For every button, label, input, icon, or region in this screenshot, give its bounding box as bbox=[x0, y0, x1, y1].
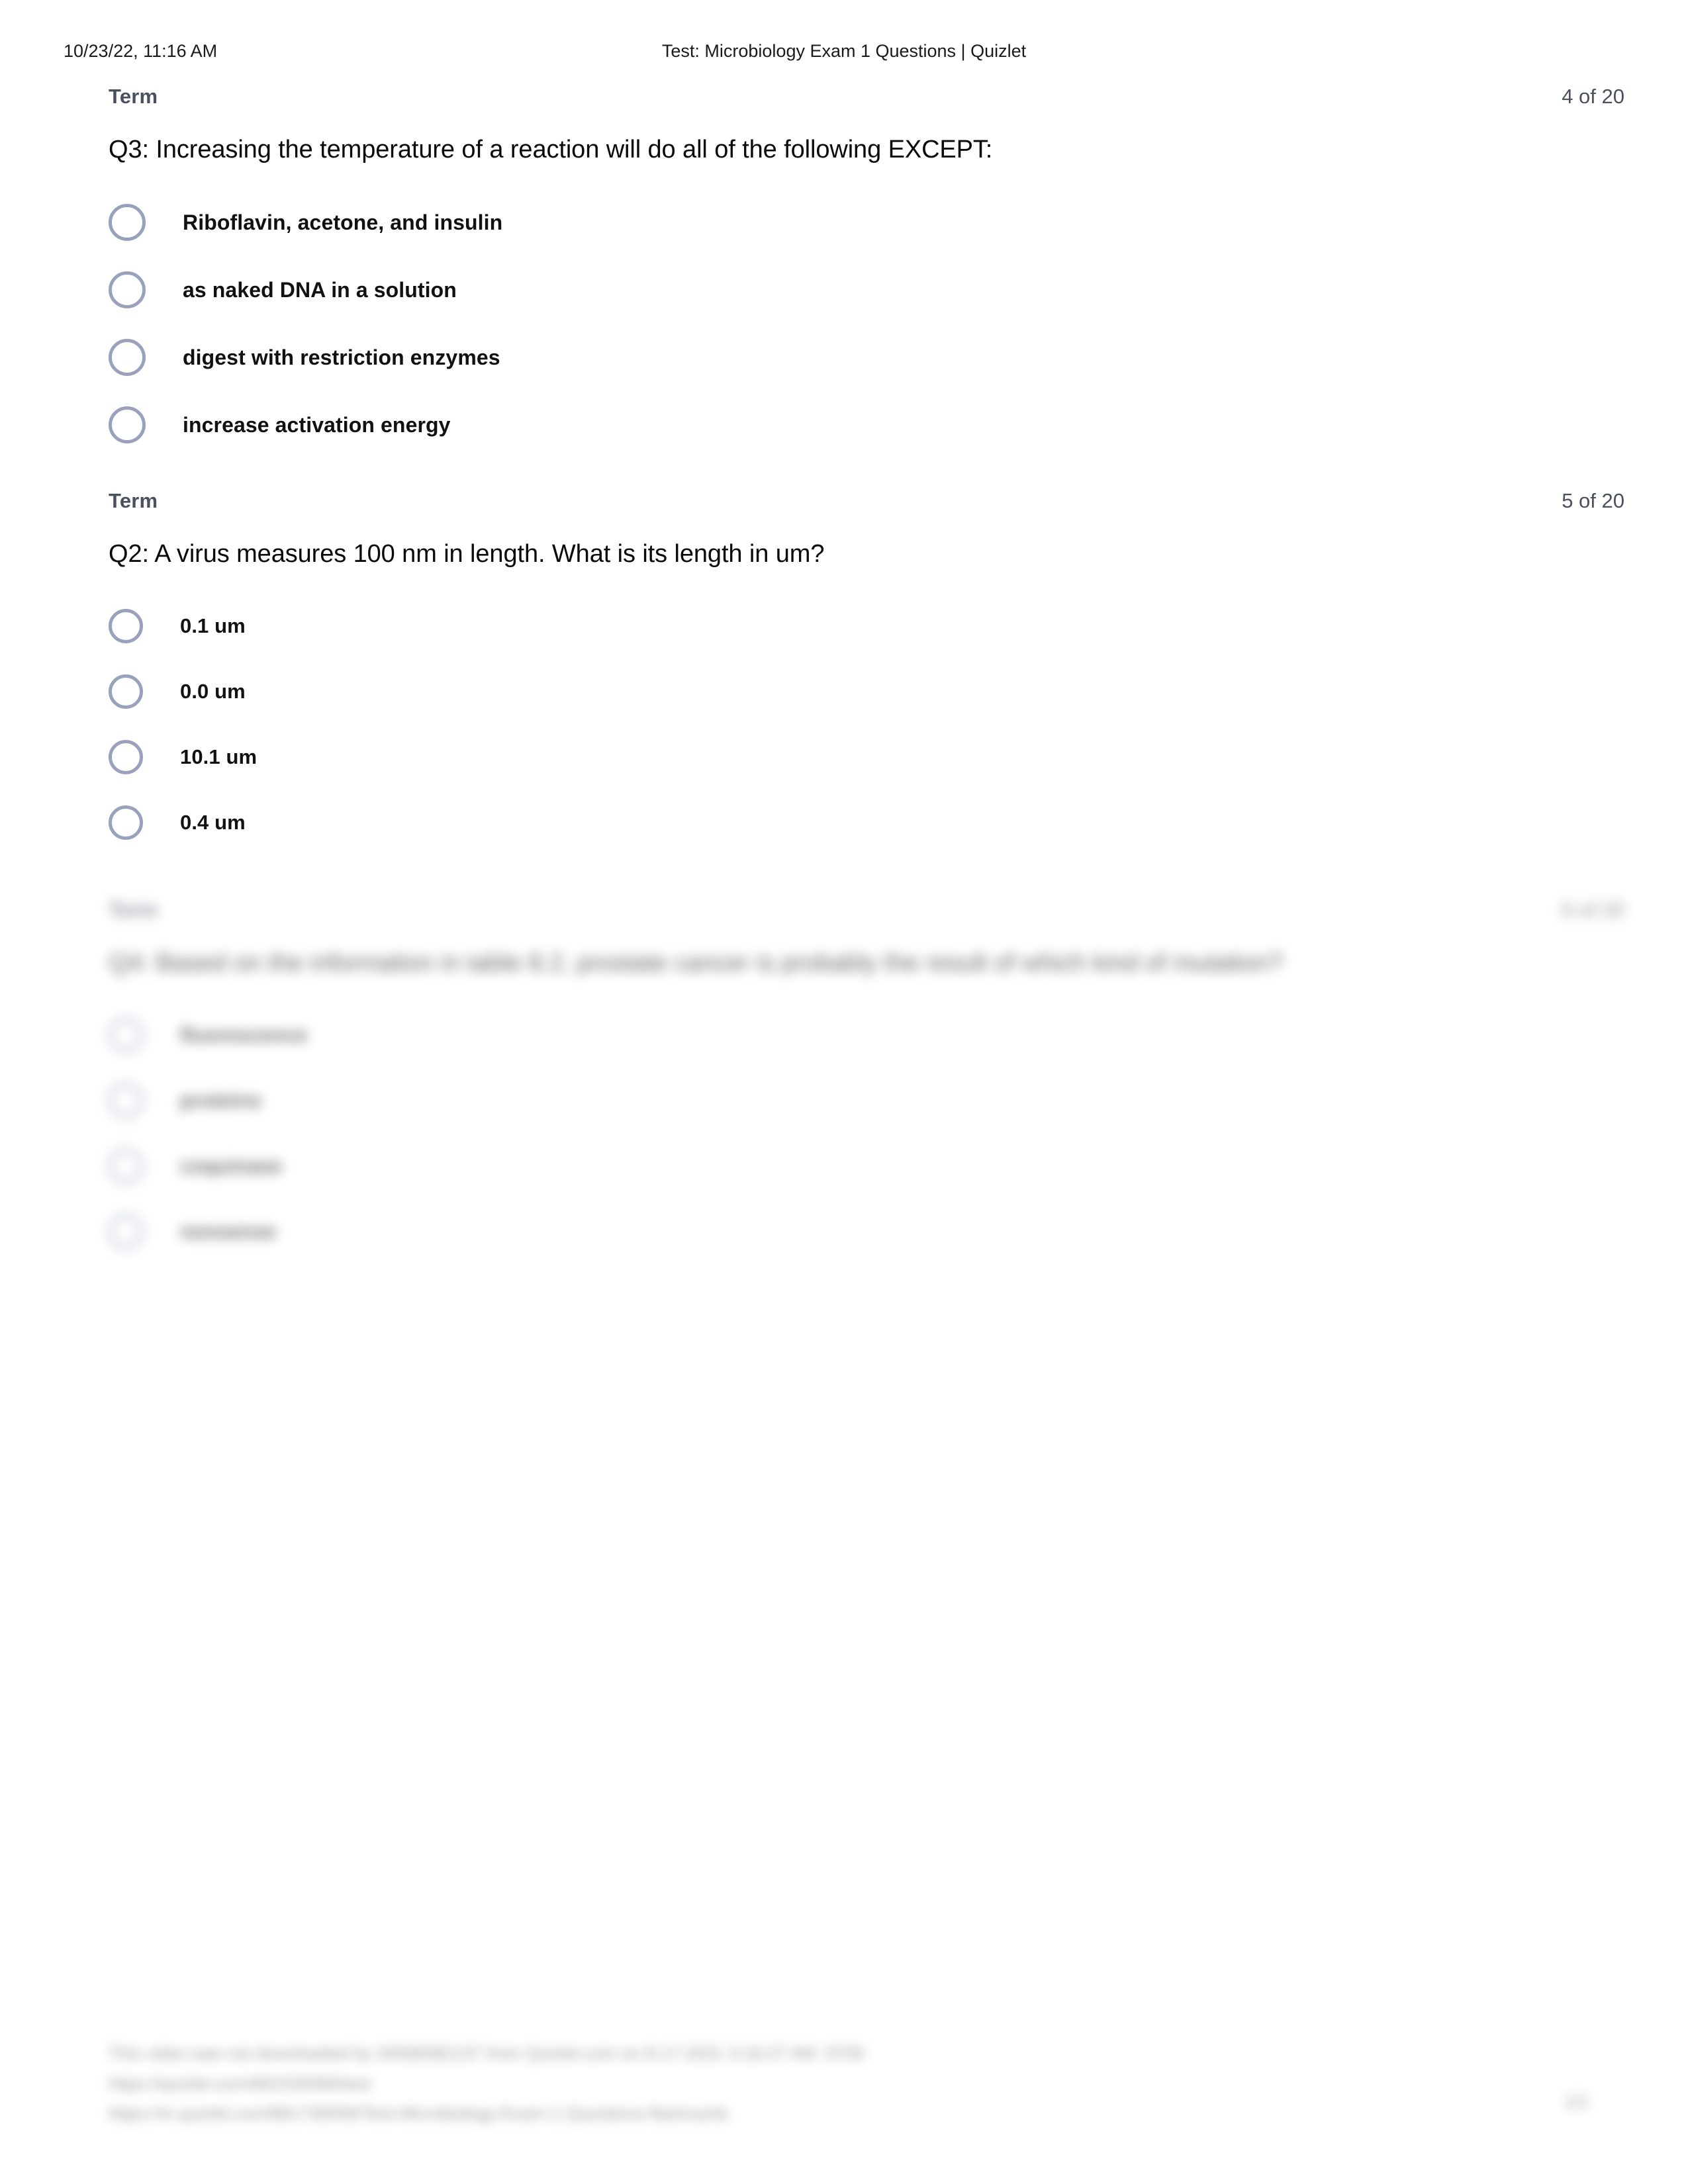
question-meta: Term 6 of 20 bbox=[109, 898, 1624, 933]
radio-button-icon[interactable] bbox=[109, 805, 143, 841]
print-page-title: Test: Microbiology Exam 1 Questions | Qu… bbox=[661, 41, 1027, 61]
radio-button-icon[interactable] bbox=[109, 609, 143, 644]
question-block: Term 5 of 20 Q2: A virus measures 100 nm… bbox=[0, 489, 1688, 855]
answer-option[interactable]: Riboflavin, acetone, and insulin bbox=[0, 189, 1688, 256]
answer-option[interactable]: coquinase bbox=[0, 1133, 1688, 1199]
radio-button-icon[interactable] bbox=[109, 740, 143, 775]
radio-button-icon[interactable] bbox=[109, 1214, 143, 1249]
answer-option[interactable]: fluorescence bbox=[0, 1002, 1688, 1068]
question-block-obscured: Term 6 of 20 Q4: Based on the informatio… bbox=[0, 898, 1688, 1264]
term-label: Term bbox=[109, 489, 158, 513]
radio-button-icon[interactable] bbox=[109, 271, 146, 309]
radio-button-icon[interactable] bbox=[109, 1148, 143, 1183]
print-header: 10/23/22, 11:16 AM Test: Microbiology Ex… bbox=[0, 41, 1688, 64]
answer-option-label: nonsense bbox=[180, 1219, 277, 1243]
answer-option[interactable]: increase activation energy bbox=[0, 391, 1688, 459]
answer-option-label: as naked DNA in a solution bbox=[183, 277, 457, 302]
answer-option-label: proteins bbox=[180, 1088, 262, 1112]
answer-option-label: 0.1 um bbox=[180, 614, 246, 638]
question-prompt: Q3: Increasing the temperature of a reac… bbox=[109, 136, 993, 163]
answer-option-label: 0.4 um bbox=[180, 811, 246, 835]
term-label: Term bbox=[109, 85, 158, 108]
answer-option[interactable]: 0.0 um bbox=[0, 659, 1688, 725]
answer-option-label: coquinase bbox=[180, 1154, 283, 1177]
answer-options: 0.1 um 0.0 um 10.1 um 0.4 um bbox=[0, 594, 1688, 856]
radio-button-icon[interactable] bbox=[109, 1017, 143, 1052]
question-block: Term 4 of 20 Q3: Increasing the temperat… bbox=[0, 85, 1688, 459]
answer-option[interactable]: digest with restriction enzymes bbox=[0, 324, 1688, 391]
answer-option-label: increase activation energy bbox=[183, 412, 451, 437]
answer-option[interactable]: proteins bbox=[0, 1068, 1688, 1133]
answer-option-label: 10.1 um bbox=[180, 745, 258, 769]
question-prompt: Q2: A virus measures 100 nm in length. W… bbox=[109, 540, 825, 569]
radio-button-icon[interactable] bbox=[109, 339, 146, 377]
footer-url-secondary: https://m.quizlet.com/861736556/Test-Mic… bbox=[109, 2103, 729, 2123]
answer-option-label: digest with restriction enzymes bbox=[183, 345, 500, 369]
question-counter: 5 of 20 bbox=[1562, 489, 1624, 513]
page-footer: This video was not downloaded by 3456838… bbox=[0, 2038, 1688, 2129]
question-meta: Term 4 of 20 bbox=[109, 85, 1624, 119]
answer-option[interactable]: as naked DNA in a solution bbox=[0, 256, 1688, 324]
footer-url-primary: https://quizlet.com/681539366/test bbox=[109, 2073, 371, 2093]
answer-option[interactable]: 0.4 um bbox=[0, 790, 1688, 856]
question-sheet: Term 4 of 20 Q3: Increasing the temperat… bbox=[0, 85, 1688, 1264]
question-prompt: Q4: Based on the information in table 8.… bbox=[109, 948, 1284, 977]
question-counter: 4 of 20 bbox=[1562, 85, 1624, 108]
answer-option-label: 0.0 um bbox=[180, 680, 246, 704]
radio-button-icon[interactable] bbox=[109, 1083, 143, 1118]
answer-options: fluorescence proteins coquinase nonsense bbox=[0, 1002, 1688, 1264]
answer-options: Riboflavin, acetone, and insulin as nake… bbox=[0, 189, 1688, 459]
term-label: Term bbox=[109, 897, 158, 921]
radio-button-icon[interactable] bbox=[109, 204, 146, 242]
radio-button-icon[interactable] bbox=[109, 674, 143, 709]
radio-button-icon[interactable] bbox=[109, 406, 146, 444]
question-meta: Term 5 of 20 bbox=[109, 489, 1624, 523]
answer-option[interactable]: 0.1 um bbox=[0, 594, 1688, 659]
answer-option-label: fluorescence bbox=[180, 1023, 308, 1046]
answer-option-label: Riboflavin, acetone, and insulin bbox=[183, 210, 503, 234]
answer-option[interactable]: 10.1 um bbox=[0, 725, 1688, 790]
footer-page-number: 1/1 bbox=[1564, 2091, 1589, 2111]
answer-option[interactable]: nonsense bbox=[0, 1199, 1688, 1264]
question-counter: 6 of 20 bbox=[1562, 897, 1624, 921]
footer-download-notice: This video was not downloaded by 3456838… bbox=[109, 2043, 865, 2063]
